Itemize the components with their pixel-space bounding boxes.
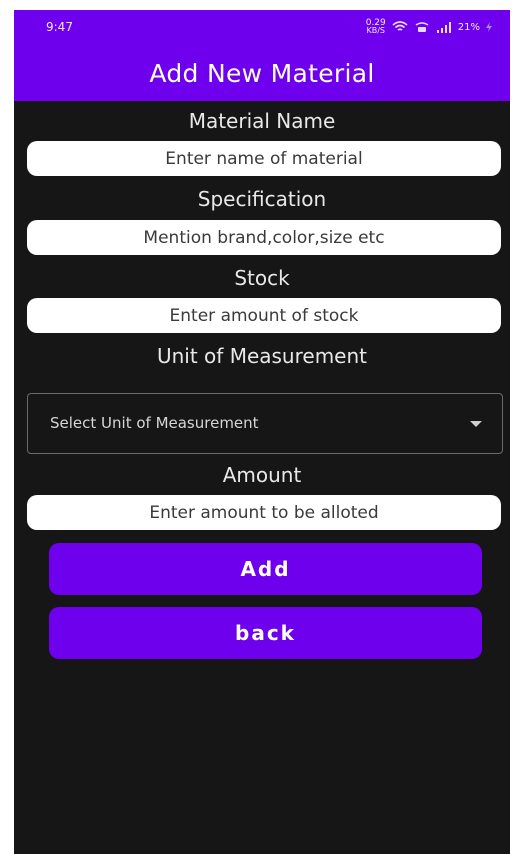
volte-icon [415,22,429,32]
status-time: 9:47 [46,20,73,34]
battery-level: 21% [457,21,480,33]
amount-input[interactable] [27,495,501,530]
add-button[interactable]: Add [49,543,482,595]
amount-label: Amount [222,463,302,487]
back-button[interactable]: back [49,607,482,659]
material-name-input[interactable] [27,141,501,176]
wifi-icon [392,21,408,31]
app-bar: Add New Material [14,46,510,101]
status-bar: 9:47 0.29 KB/S 21% [14,10,510,46]
material-name-label: Material Name [188,109,336,133]
status-icons: 0.29 KB/S 21% [366,19,492,35]
page-title: Add New Material [149,59,375,88]
specification-label: Specification [197,187,327,211]
specification-input[interactable] [27,220,501,255]
chevron-down-icon [470,421,482,427]
network-speed-unit: KB/S [366,26,385,35]
app-screen: 9:47 0.29 KB/S 21% Add New Material Mate… [14,10,510,854]
unit-of-measurement-label: Unit of Measurement [156,344,367,368]
unit-of-measurement-select[interactable]: Select Unit of Measurement [27,393,503,454]
network-speed: 0.29 KB/S [366,19,386,35]
stock-label: Stock [234,266,290,290]
unit-select-value: Select Unit of Measurement [50,414,259,432]
charging-icon [486,22,492,32]
signal-icon [436,21,451,33]
stock-input[interactable] [27,298,501,333]
